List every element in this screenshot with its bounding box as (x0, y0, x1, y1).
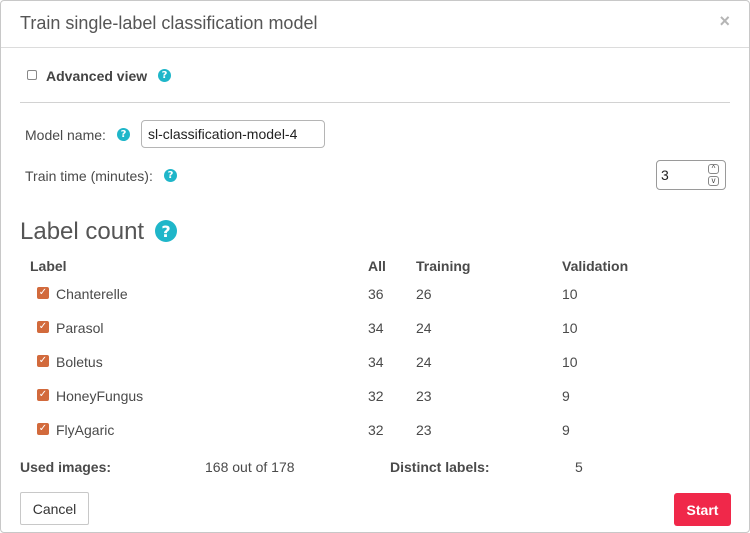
used-images-value: 168 out of 178 (205, 459, 295, 475)
row-all: 34 (368, 354, 384, 370)
train-time-stepper[interactable]: 3 ^ v (656, 160, 726, 190)
advanced-view-checkbox[interactable] (27, 70, 37, 80)
distinct-labels-label: Distinct labels: (390, 459, 490, 475)
column-header-all: All (368, 258, 386, 274)
dialog-title: Train single-label classification model (20, 13, 318, 33)
row-training: 24 (416, 320, 432, 336)
row-validation: 10 (562, 286, 578, 302)
train-time-value: 3 (661, 167, 669, 183)
help-icon[interactable]: ? (155, 220, 177, 242)
row-training: 24 (416, 354, 432, 370)
label-count-title: Label count (20, 218, 145, 245)
label-checkbox[interactable]: ✓ (37, 389, 49, 401)
column-header-training: Training (416, 258, 471, 274)
label-checkbox[interactable]: ✓ (37, 423, 49, 435)
row-all: 34 (368, 320, 384, 336)
row-all: 32 (368, 388, 384, 404)
help-icon[interactable]: ? (164, 169, 177, 182)
train-time-label: Train time (minutes): (25, 168, 153, 184)
distinct-labels-value: 5 (575, 459, 583, 475)
row-validation: 10 (562, 320, 578, 336)
dialog-header: Train single-label classification model … (1, 1, 749, 48)
row-validation: 9 (562, 388, 570, 404)
row-label: Chanterelle (56, 286, 128, 302)
label-checkbox[interactable]: ✓ (37, 355, 49, 367)
help-icon[interactable]: ? (117, 128, 130, 141)
close-icon[interactable]: × (719, 11, 730, 32)
chevron-down-icon[interactable]: v (708, 176, 719, 186)
used-images-label: Used images: (20, 459, 112, 475)
row-validation: 10 (562, 354, 578, 370)
row-label: FlyAgaric (56, 422, 115, 438)
row-training: 23 (416, 422, 432, 438)
model-name-input[interactable] (141, 120, 325, 148)
column-header-validation: Validation (562, 258, 629, 274)
start-button[interactable]: Start (674, 493, 731, 526)
row-training: 23 (416, 388, 432, 404)
divider (20, 102, 730, 103)
row-validation: 9 (562, 422, 570, 438)
train-model-dialog: Train single-label classification model … (0, 0, 750, 533)
chevron-up-icon[interactable]: ^ (708, 164, 719, 174)
row-label: Boletus (56, 354, 103, 370)
column-header-label: Label (30, 258, 67, 274)
help-icon[interactable]: ? (158, 69, 171, 82)
row-all: 36 (368, 286, 384, 302)
advanced-view-label: Advanced view (46, 68, 148, 84)
label-checkbox[interactable]: ✓ (37, 287, 49, 299)
row-training: 26 (416, 286, 432, 302)
cancel-button[interactable]: Cancel (20, 492, 89, 525)
row-label: Parasol (56, 320, 104, 336)
row-label: HoneyFungus (56, 388, 144, 404)
label-checkbox[interactable]: ✓ (37, 321, 49, 333)
model-name-label: Model name: (25, 127, 106, 143)
row-all: 32 (368, 422, 384, 438)
